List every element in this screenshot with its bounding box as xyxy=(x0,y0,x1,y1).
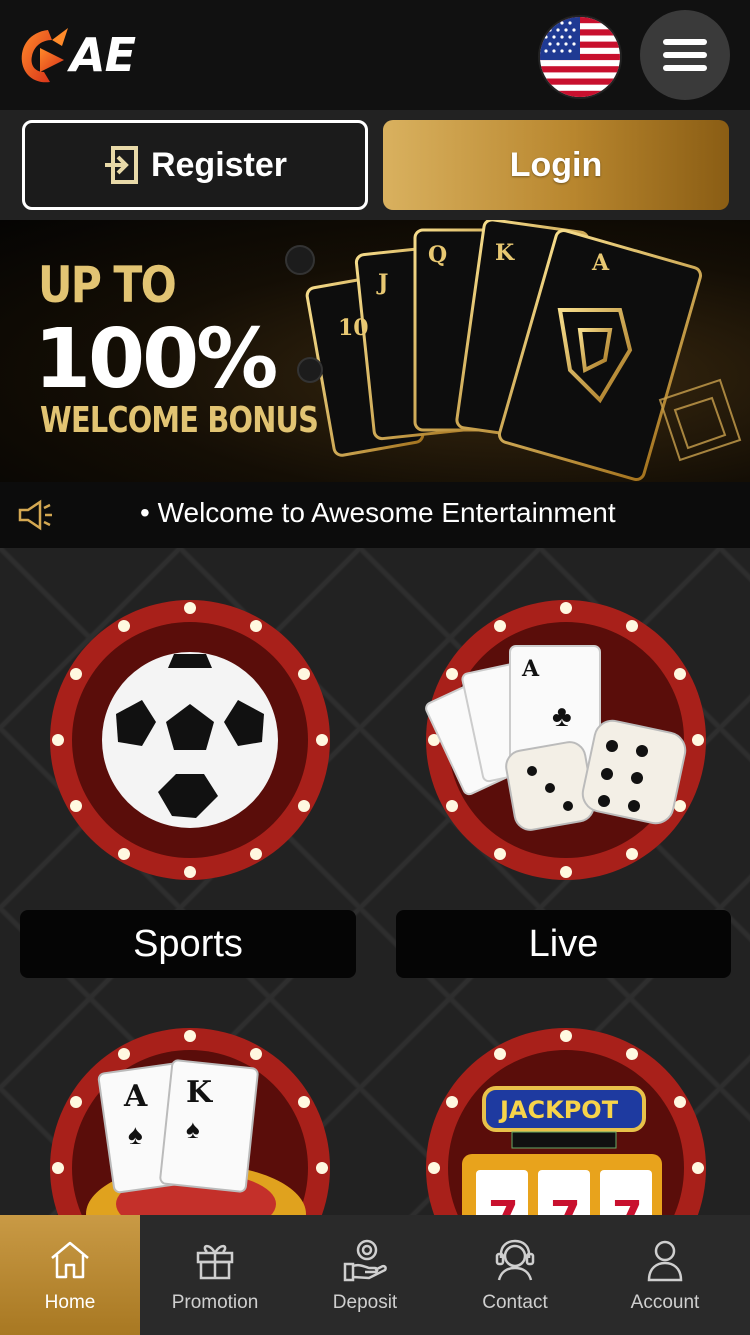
register-label: Register xyxy=(150,145,288,184)
nav-label-contact: Contact xyxy=(482,1292,548,1313)
deposit-icon xyxy=(343,1239,387,1282)
game-label-live[interactable]: Live xyxy=(396,910,731,978)
nav-label-home: Home xyxy=(44,1292,96,1313)
logo-text: AE xyxy=(70,28,136,82)
headset-icon xyxy=(495,1239,535,1281)
svg-text:10: 10 xyxy=(338,315,369,341)
nav-label-deposit: Deposit xyxy=(332,1292,398,1313)
hamburger-menu-icon xyxy=(663,39,707,71)
language-us-flag-icon[interactable] xyxy=(540,17,620,97)
nav-item-promotion[interactable]: Promotion xyxy=(140,1215,290,1335)
ae-logo[interactable]: AE xyxy=(18,20,168,90)
nav-item-contact[interactable]: Contact xyxy=(440,1215,590,1335)
game-category-grid: Sports A ♣ Live A ♠ K ♠ JACKPOT xyxy=(0,548,750,1218)
svg-text:A: A xyxy=(591,250,610,276)
jackpot-slot-icon[interactable]: JACKPOT 777 xyxy=(422,1024,710,1218)
user-icon xyxy=(647,1240,683,1282)
svg-text:K: K xyxy=(495,240,515,266)
bottom-navigation: Home Promotion Deposit Contact Account xyxy=(0,1215,750,1335)
home-icon xyxy=(51,1241,89,1279)
login-arrow-icon xyxy=(104,146,138,184)
soccer-ball-icon[interactable] xyxy=(46,596,334,884)
logo-mark-icon xyxy=(21,28,68,83)
svg-text:J: J xyxy=(376,270,388,296)
hamburger-menu-button[interactable] xyxy=(640,10,730,100)
svg-text:♠: ♠ xyxy=(128,1119,143,1150)
nav-label-promotion: Promotion xyxy=(171,1292,259,1313)
svg-text:♠: ♠ xyxy=(186,1114,200,1144)
svg-text:A: A xyxy=(521,656,540,682)
welcome-bonus-banner[interactable]: 10 J Q K A UP TO 100% WELCOME BONUS xyxy=(0,220,750,482)
megaphone-icon xyxy=(18,499,52,531)
banner-line-up-to: UP TO xyxy=(38,256,177,314)
gift-icon xyxy=(196,1244,234,1280)
banner-line-welcome-bonus: WELCOME BONUS xyxy=(40,400,319,441)
playing-cards-art: 10 J Q K A xyxy=(285,220,742,482)
svg-text:A: A xyxy=(123,1079,148,1114)
login-button[interactable]: Login xyxy=(383,120,729,210)
svg-text:Q: Q xyxy=(428,242,447,268)
svg-text:JACKPOT: JACKPOT xyxy=(498,1096,619,1124)
nav-label-account: Account xyxy=(630,1292,700,1313)
announcement-text: • Welcome to Awesome Entertainment xyxy=(140,497,616,528)
register-button[interactable]: Register xyxy=(22,120,368,210)
svg-text:K: K xyxy=(186,1075,213,1110)
top-header: AE xyxy=(0,0,750,110)
nav-item-home[interactable]: Home xyxy=(0,1215,140,1335)
nav-item-deposit[interactable]: Deposit xyxy=(290,1215,440,1335)
nav-item-account[interactable]: Account xyxy=(590,1215,740,1335)
poker-cards-icon[interactable]: A ♠ K ♠ xyxy=(46,1024,334,1218)
svg-text:♣: ♣ xyxy=(552,700,572,733)
login-label: Login xyxy=(509,145,603,184)
banner-line-percent: 100% xyxy=(34,312,278,407)
game-label-sports[interactable]: Sports xyxy=(20,910,356,978)
cards-dice-icon[interactable]: A ♣ xyxy=(422,596,710,884)
